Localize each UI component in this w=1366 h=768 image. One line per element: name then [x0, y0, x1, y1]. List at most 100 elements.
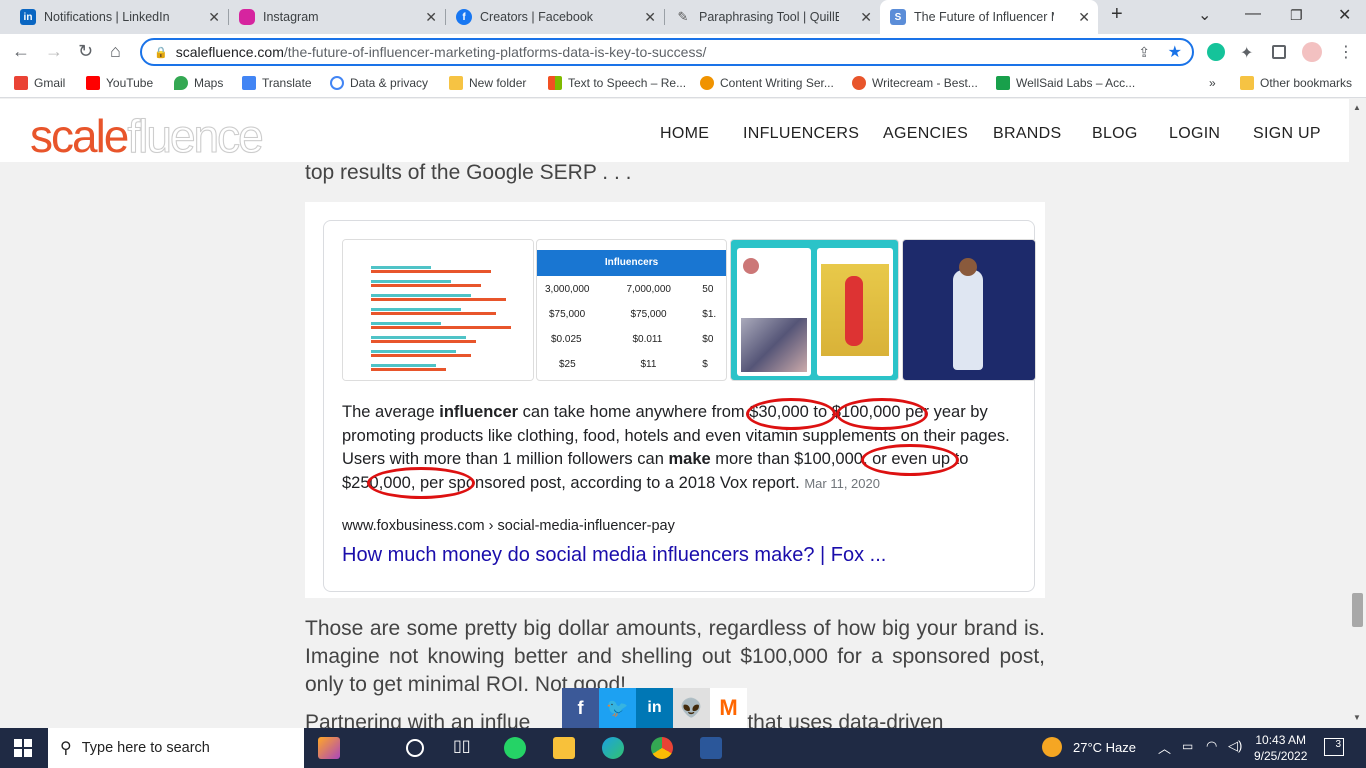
volume-icon[interactable]: ◁) — [1228, 738, 1242, 754]
bookmark-writecream[interactable]: Writecream - Best... — [852, 76, 978, 90]
close-icon[interactable]: ✕ — [644, 9, 656, 26]
search-icon: ⚲ — [60, 740, 72, 757]
side-panel-icon[interactable] — [1272, 45, 1286, 59]
file-explorer-icon[interactable] — [553, 737, 575, 759]
highlight-circle — [746, 398, 836, 430]
tab-quillbot[interactable]: ✎ Paraphrasing Tool | QuillBot AI ✕ — [665, 0, 880, 34]
battery-icon[interactable]: ▭ — [1182, 739, 1193, 753]
bar-chart-thumbnail — [342, 239, 534, 381]
back-icon[interactable]: ← — [12, 41, 30, 62]
bookmark-content-writing[interactable]: Content Writing Ser... — [700, 76, 834, 90]
menu-icon[interactable]: ⋮ — [1338, 42, 1356, 61]
scroll-up-icon[interactable]: ▲ — [1353, 103, 1361, 112]
influencer-table-thumbnail: Influencers 3,000,000 7,000,000 50 $75,000… — [536, 239, 727, 381]
bookmark-new-folder[interactable]: New folder — [449, 76, 526, 90]
close-window-icon[interactable]: ✕ — [1338, 5, 1351, 25]
home-icon[interactable]: ⌂ — [110, 41, 121, 62]
task-view-icon[interactable]: ▯▯ — [453, 736, 475, 758]
bookmark-text-to-speech[interactable]: Text to Speech – Re... — [548, 76, 686, 90]
google-result-card: Influencers 3,000,000 7,000,000 50 $75,000… — [323, 220, 1036, 592]
tab-instagram[interactable]: Instagram ✕ — [229, 0, 445, 34]
writecream-icon — [852, 76, 866, 90]
article-image: Influencers 3,000,000 7,000,000 50 $75,000… — [305, 202, 1045, 598]
new-tab-icon[interactable]: + — [1111, 3, 1123, 26]
weather-text[interactable]: 27°C Haze — [1073, 740, 1136, 755]
article-paragraph: Those are some pretty big dollar amounts… — [305, 617, 1045, 696]
windows-start-icon[interactable] — [14, 739, 32, 757]
result-title-link[interactable]: How much money do social media influence… — [342, 544, 886, 567]
share-icon[interactable]: ⇪ — [1138, 44, 1150, 61]
nav-influencers[interactable]: INFLUENCERS — [743, 125, 859, 143]
web-page: top results of the Google SERP . . . Inf… — [0, 99, 1366, 728]
facebook-icon: f — [456, 9, 472, 25]
wifi-icon[interactable]: ◠ — [1206, 738, 1217, 754]
article-text: top results of the Google SERP . . . — [305, 161, 632, 184]
minimize-icon[interactable]: — — [1245, 5, 1261, 23]
social-share-bar: f 🐦 in 👽 M — [562, 688, 747, 728]
bookmark-translate[interactable]: Translate — [242, 76, 312, 90]
close-icon[interactable]: ✕ — [860, 9, 872, 26]
tab-linkedin[interactable]: in Notifications | LinkedIn ✕ — [10, 0, 228, 34]
instagram-icon — [239, 9, 255, 25]
scroll-thumb[interactable] — [1352, 593, 1363, 627]
cortana-icon[interactable] — [406, 739, 424, 757]
tab-scalefluence[interactable]: S The Future of Influencer Mar ✕ — [880, 0, 1098, 34]
nav-signup[interactable]: SIGN UP — [1253, 125, 1321, 143]
tab-strip: in Notifications | LinkedIn ✕ Instagram … — [0, 0, 1366, 34]
close-icon[interactable]: ✕ — [1078, 9, 1090, 26]
bar-chart-graphic — [343, 240, 533, 380]
mix-share-button[interactable]: M — [710, 688, 747, 728]
taskbar-search[interactable]: ⚲ Type here to search — [48, 728, 304, 768]
bookmark-data-privacy[interactable]: Data & privacy — [330, 76, 428, 90]
nav-login[interactable]: LOGIN — [1169, 125, 1220, 143]
bookmark-maps[interactable]: Maps — [174, 76, 223, 90]
chrome-icon[interactable] — [651, 737, 673, 759]
notifications-icon[interactable]: 3 — [1324, 738, 1344, 756]
whatsapp-icon[interactable] — [504, 737, 526, 759]
taskbar-clock[interactable]: 10:43 AM 9/25/2022 — [1254, 732, 1307, 764]
page-scrollbar[interactable]: ▲ ▼ — [1349, 99, 1366, 728]
facebook-share-button[interactable]: f — [562, 688, 599, 728]
tab-title: Paraphrasing Tool | QuillBot AI — [699, 10, 839, 24]
address-bar[interactable]: 🔒 scalefluence.com/the-future-of-influen… — [140, 38, 1194, 66]
bookmark-other[interactable]: Other bookmarks — [1240, 76, 1352, 90]
scalefluence-logo[interactable]: scalefluence — [30, 109, 264, 163]
grammarly-icon[interactable] — [1207, 43, 1225, 61]
bookmark-star-icon[interactable]: ★ — [1168, 42, 1182, 62]
highlight-circle — [367, 467, 475, 499]
mix-icon: M — [719, 695, 738, 720]
folder-icon — [449, 76, 463, 90]
tab-title: The Future of Influencer Mar — [914, 10, 1054, 24]
search-highlight-icon[interactable] — [318, 737, 340, 759]
reload-icon[interactable]: ↻ — [78, 41, 93, 62]
close-icon[interactable]: ✕ — [208, 9, 220, 26]
word-icon[interactable] — [700, 737, 722, 759]
scroll-down-icon[interactable]: ▼ — [1353, 713, 1361, 722]
forward-icon[interactable]: → — [45, 41, 63, 62]
nav-blog[interactable]: BLOG — [1092, 125, 1138, 143]
nav-brands[interactable]: BRANDS — [993, 125, 1061, 143]
edge-icon[interactable] — [602, 737, 624, 759]
tab-title: Instagram — [263, 10, 319, 24]
reddit-share-button[interactable]: 👽 — [673, 688, 710, 728]
twitter-share-button[interactable]: 🐦 — [599, 688, 636, 728]
wellsaid-icon — [996, 76, 1010, 90]
linkedin-share-button[interactable]: in — [636, 688, 673, 728]
nav-home[interactable]: HOME — [660, 125, 709, 143]
profile-avatar[interactable] — [1302, 42, 1322, 62]
tab-facebook[interactable]: f Creators | Facebook ✕ — [446, 0, 664, 34]
restore-icon[interactable]: ❐ — [1290, 7, 1303, 24]
tab-search-chevron-icon[interactable]: ⌄ — [1198, 5, 1211, 25]
bookmark-youtube[interactable]: YouTube — [86, 76, 153, 90]
weather-icon[interactable] — [1042, 737, 1062, 757]
bookmark-gmail[interactable]: Gmail — [14, 76, 65, 90]
windows-taskbar: ⚲ Type here to search ▯▯ 27°C Haze ︿ ▭ ◠… — [0, 728, 1366, 768]
close-icon[interactable]: ✕ — [425, 9, 437, 26]
translate-icon — [242, 76, 256, 90]
bookmarks-overflow[interactable]: » — [1209, 76, 1216, 90]
extensions-icon[interactable]: ✦ — [1240, 43, 1258, 62]
system-tray-chevron-icon[interactable]: ︿ — [1158, 738, 1171, 757]
adidas-ad-thumbnail — [902, 239, 1036, 381]
nav-agencies[interactable]: AGENCIES — [883, 125, 968, 143]
bookmark-wellsaid[interactable]: WellSaid Labs – Acc... — [996, 76, 1135, 90]
